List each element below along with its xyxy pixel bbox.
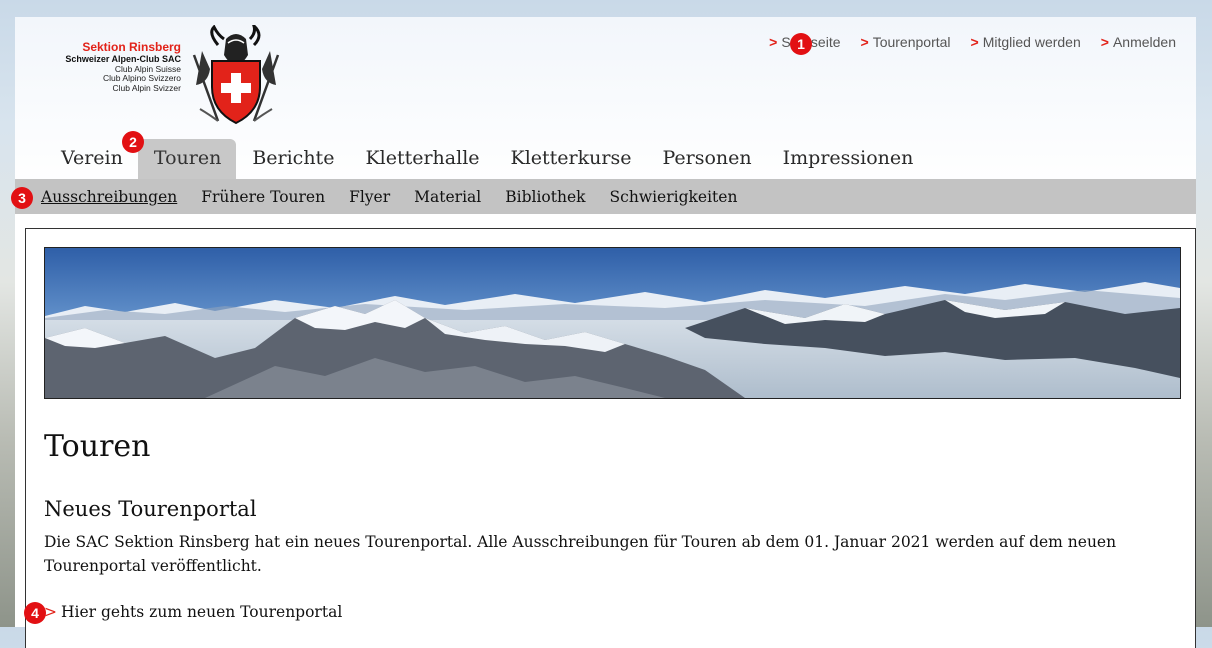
subnav-ausschreibungen[interactable]: Ausschreibungen — [41, 188, 177, 206]
intro-paragraph: Die SAC Sektion Rinsberg hat ein neues T… — [44, 533, 1117, 575]
sac-emblem-icon[interactable] — [188, 25, 284, 131]
nav-impressionen[interactable]: Impressionen — [767, 139, 929, 179]
annotation-badge-2: 2 — [122, 131, 144, 153]
topnav-become-member-label: Mitglied werden — [982, 34, 1081, 50]
content-area: Touren Neues Tourenportal Die SAC Sektio… — [25, 228, 1196, 648]
subnav-fruehere-touren[interactable]: Frühere Touren — [201, 188, 325, 206]
subnav-schwierigkeiten[interactable]: Schwierigkeiten — [610, 188, 738, 206]
chevron-right-icon: > — [970, 34, 979, 50]
nav-berichte[interactable]: Berichte — [236, 139, 349, 179]
club-name-rm: Club Alpin Svizzer — [112, 82, 181, 93]
subnav-bibliothek[interactable]: Bibliothek — [505, 188, 585, 206]
site-logo[interactable]: Sektion Rinsberg Schweizer Alpen-Club SA… — [35, 40, 181, 93]
topnav-become-member[interactable]: > Mitglied werden — [971, 34, 1081, 50]
mountain-panorama-image — [44, 247, 1181, 399]
subnav-material[interactable]: Material — [414, 188, 481, 206]
new-portal-link[interactable]: > Hier gehts zum neuen Tourenportal — [44, 603, 342, 621]
topnav-tourenportal-label: Tourenportal — [872, 34, 951, 50]
page-title: Touren — [44, 429, 151, 464]
annotation-badge-3: 3 — [11, 187, 33, 209]
sub-navigation: Ausschreibungen Frühere Touren Flyer Mat… — [15, 179, 1196, 214]
nav-touren[interactable]: Touren — [137, 139, 237, 179]
top-navigation: >Startseite >Tourenportal >Mitglied werd… — [769, 34, 1176, 50]
nav-kletterkurse[interactable]: Kletterkurse — [495, 139, 647, 179]
chevron-right-icon: > — [769, 34, 778, 50]
annotation-badge-1: 1 — [790, 33, 812, 55]
topnav-login-label: Anmelden — [1112, 34, 1176, 50]
subnav-flyer[interactable]: Flyer — [349, 188, 390, 206]
club-name: Schweizer Alpen-Club SAC — [65, 54, 181, 65]
topnav-login[interactable]: > Anmelden — [1101, 34, 1176, 50]
new-portal-link-label: Hier gehts zum neuen Tourenportal — [61, 603, 343, 621]
nav-kletterhalle[interactable]: Kletterhalle — [349, 139, 494, 179]
topnav-tourenportal[interactable]: > Tourenportal — [861, 34, 951, 50]
chevron-right-icon: > — [860, 34, 869, 50]
section-title: Neues Tourenportal — [44, 497, 257, 521]
chevron-right-icon: > — [1100, 34, 1109, 50]
section-name: Sektion Rinsberg — [82, 40, 181, 54]
annotation-badge-4: 4 — [24, 602, 46, 624]
nav-personen[interactable]: Personen — [646, 139, 766, 179]
page: Sektion Rinsberg Schweizer Alpen-Club SA… — [15, 17, 1196, 648]
main-navigation: Verein Touren Berichte Kletterhalle Klet… — [45, 139, 928, 179]
